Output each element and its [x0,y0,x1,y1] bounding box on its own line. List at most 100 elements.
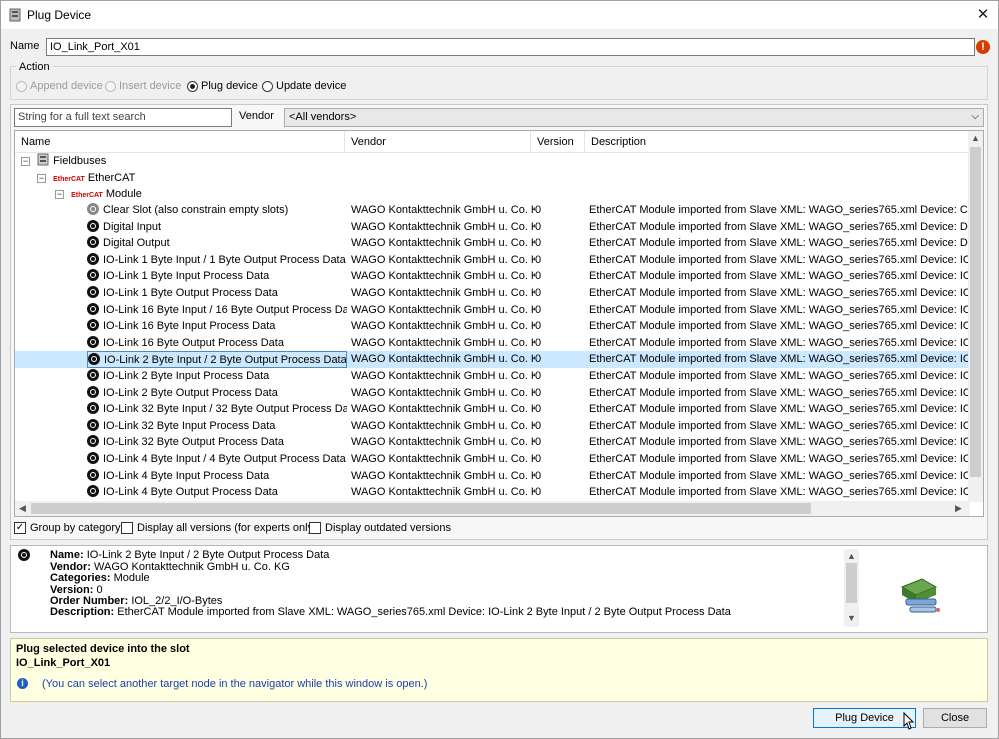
column-header-version[interactable]: Version [531,131,585,153]
insert-device-radio[interactable]: Insert device [105,80,181,92]
table-row[interactable]: Digital Output WAGO Kontakttechnik GmbH u… [15,235,970,252]
name-label: Name [10,40,40,52]
module-icon [88,353,100,366]
table-row[interactable]: IO-Link 16 Byte Input / 16 Byte Output P… [15,302,970,319]
row-version: 0 [535,403,542,416]
row-name: IO-Link 2 Byte Input Process Data [87,368,347,384]
row-name: Clear Slot (also constrain empty slots) [87,202,347,218]
table-row[interactable]: IO-Link 16 Byte Output Process Data WAGO … [15,335,970,352]
module-icon [18,549,30,561]
row-name-text: Digital Input [103,220,162,233]
table-row[interactable]: Digital Input WAGO Kontakttechnik GmbH u.… [15,219,970,236]
row-vendor: WAGO Kontakttechnik GmbH u. Co. KG [351,403,535,416]
table-row-selected[interactable]: IO-Link 2 Byte Input / 2 Byte Output Pro… [15,351,970,369]
vertical-scroll-thumb[interactable] [970,147,981,477]
row-name-text: IO-Link 4 Byte Input Process Data [103,469,270,482]
row-name: IO-Link 32 Byte Input Process Data [87,418,347,434]
row-vendor: WAGO Kontakttechnik GmbH u. Co. KG [351,436,535,449]
update-device-radio[interactable]: Update device [262,80,346,92]
table-row[interactable]: Clear Slot (also constrain empty slots) W… [15,202,970,219]
table-row[interactable]: IO-Link 1 Byte Input Process Data WAGO Ko… [15,268,970,285]
row-name: IO-Link 32 Byte Input / 32 Byte Output P… [87,401,347,417]
plug-device-radio[interactable]: Plug device [187,80,258,92]
row-vendor: WAGO Kontakttechnik GmbH u. Co. KG [351,270,535,283]
table-row[interactable]: IO-Link 1 Byte Output Process Data WAGO K… [15,285,970,302]
info-name: Name: IO-Link 2 Byte Input / 2 Byte Outp… [50,549,330,561]
horizontal-scrollbar[interactable]: ◀ ▶ [15,501,970,516]
close-button[interactable]: Close [923,708,987,728]
collapse-icon[interactable]: − [55,190,64,199]
info-scrollbar[interactable]: ▲ ▼ [844,549,859,627]
row-name-text: IO-Link 32 Byte Input / 32 Byte Output P… [103,403,347,416]
table-row[interactable]: IO-Link 2 Byte Input Process Data WAGO Ko… [15,368,970,385]
scroll-right-icon[interactable]: ▶ [955,503,962,514]
table-row[interactable]: IO-Link 16 Byte Input Process Data WAGO K… [15,318,970,335]
table-row[interactable]: IO-Link 32 Byte Output Process Data WAGO … [15,434,970,451]
row-version: 0 [535,237,542,250]
module-icon [87,385,99,398]
collapse-icon[interactable]: − [21,157,30,166]
row-vendor: WAGO Kontakttechnik GmbH u. Co. KG [351,419,535,432]
row-name: IO-Link 1 Byte Input Process Data [87,268,347,284]
row-name-text: IO-Link 32 Byte Output Process Data [103,436,284,449]
module-icon [87,369,99,381]
vendor-selected: <All vendors> [289,111,357,123]
module-icon [87,435,99,448]
scroll-down-icon[interactable]: ▼ [847,613,856,623]
table-row[interactable]: IO-Link 1 Byte Input / 1 Byte Output Pro… [15,252,970,269]
row-vendor: WAGO Kontakttechnik GmbH u. Co. KG [351,253,535,266]
table-row[interactable]: IO-Link 4 Byte Input / 4 Byte Output Pro… [15,451,970,468]
vertical-scrollbar[interactable]: ▲ [968,131,983,502]
table-row[interactable]: IO-Link 4 Byte Input Process Data WAGO Ko… [15,468,970,485]
action-group-label: Action [16,61,53,73]
column-header-description[interactable]: Description [585,131,970,153]
hint-line1: Plug selected device into the slot [16,643,190,655]
horizontal-scroll-thumb[interactable] [31,503,811,514]
append-device-radio[interactable]: Append device [16,80,103,92]
display-outdated-checkbox[interactable]: Display outdated versions [309,522,451,534]
row-name-text: Digital Output [103,237,170,250]
table-row[interactable]: IO-Link 32 Byte Input / 32 Byte Output P… [15,401,970,418]
row-vendor: WAGO Kontakttechnik GmbH u. Co. KG [351,453,535,465]
tree-node-fieldbuses[interactable]: − Fieldbuses [21,153,106,169]
tree-node-module[interactable]: − EtherCAT Module [55,186,142,202]
module-icon [87,402,99,415]
device-icon [9,8,21,22]
row-version: 0 [535,220,542,233]
name-input[interactable]: IO_Link_Port_X01 [46,38,975,56]
row-version: 0 [535,353,542,366]
window-title: Plug Device [27,8,92,22]
column-header-name[interactable]: Name [15,131,345,153]
collapse-icon[interactable]: − [37,174,46,183]
fieldbus-icon [37,153,49,166]
row-name-text: Clear Slot (also constrain empty slots) [103,204,289,216]
row-name-text: IO-Link 1 Byte Output Process Data [103,287,278,299]
vendor-select[interactable]: <All vendors> ⌵ [284,108,984,127]
info-scroll-thumb[interactable] [846,563,857,603]
hint-line2: IO_Link_Port_X01 [16,657,111,669]
scroll-up-icon[interactable]: ▲ [971,133,980,143]
row-name: IO-Link 16 Byte Output Process Data [87,335,347,351]
scroll-up-icon[interactable]: ▲ [847,551,856,561]
table-row[interactable]: IO-Link 32 Byte Input Process Data WAGO K… [15,418,970,435]
column-header-vendor[interactable]: Vendor [345,131,531,153]
display-all-versions-checkbox[interactable]: Display all versions (for experts only) [121,522,317,534]
table-row[interactable]: IO-Link 2 Byte Output Process Data WAGO K… [15,385,970,402]
row-description: EtherCAT Module imported from Slave XML:… [589,204,970,216]
close-window-icon[interactable]: ✕ [969,3,997,27]
table-row[interactable]: IO-Link 4 Byte Output Process Data WAGO K… [15,484,970,501]
row-version: 0 [535,469,542,482]
row-version: 0 [535,204,542,216]
row-description: EtherCAT Module imported from Slave XML:… [589,237,970,250]
search-input[interactable]: String for a full text search [14,108,232,127]
row-version: 0 [535,453,542,465]
grid-header: Name Vendor Version Description [15,131,970,153]
row-name: IO-Link 4 Byte Output Process Data [87,484,347,500]
module-icon [87,335,99,348]
row-name: Digital Output [87,235,347,251]
scroll-left-icon[interactable]: ◀ [19,503,26,514]
tree-node-ethercat[interactable]: − EtherCAT EtherCAT [37,170,135,186]
group-by-category-checkbox[interactable]: ✓ Group by category [14,522,121,534]
info-categories: Categories: Module [50,572,150,584]
mouse-cursor-icon [903,712,915,730]
